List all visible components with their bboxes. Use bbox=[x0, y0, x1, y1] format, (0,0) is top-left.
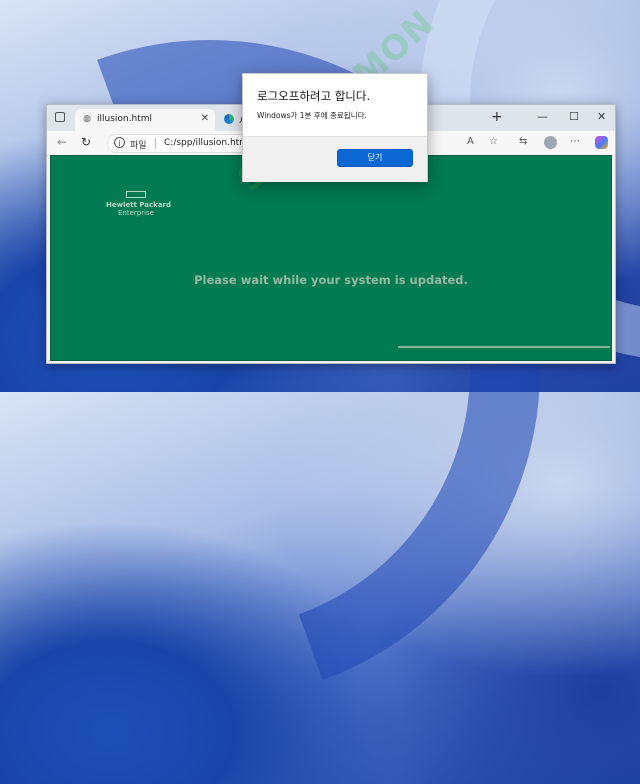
tab-label: illusion.html bbox=[97, 114, 152, 124]
tab-close-icon[interactable]: ✕ bbox=[201, 113, 209, 124]
dialog-footer: 닫기 bbox=[243, 136, 427, 182]
back-icon[interactable]: ← bbox=[57, 135, 67, 149]
url-text[interactable]: C:/spp/illusion.html bbox=[164, 138, 250, 148]
hpe-logo-mark bbox=[126, 191, 146, 198]
page-content: Hewlett Packard Enterprise Please wait w… bbox=[50, 155, 612, 361]
refresh-icon[interactable]: ↻ bbox=[81, 135, 91, 149]
read-aloud-icon[interactable]: A bbox=[467, 136, 474, 147]
tab-actions-icon[interactable] bbox=[55, 112, 65, 122]
favorite-icon[interactable]: ☆ bbox=[489, 136, 498, 147]
minimize-button[interactable]: — bbox=[537, 110, 548, 123]
copilot-icon[interactable] bbox=[595, 136, 608, 149]
dialog-message: Windows가 1분 후에 종료됩니다. bbox=[257, 111, 367, 120]
logo-line-2: Enterprise bbox=[117, 209, 154, 217]
maximize-button[interactable]: ☐ bbox=[569, 110, 579, 123]
new-tab-button[interactable]: + bbox=[491, 109, 503, 125]
close-button[interactable]: 닫기 bbox=[337, 149, 413, 167]
dialog-title: 로그오프하려고 합니다. bbox=[257, 89, 371, 103]
status-message: Please wait while your system is updated… bbox=[194, 273, 468, 287]
address-separator bbox=[155, 138, 156, 149]
logo-line-1: Hewlett Packard bbox=[106, 201, 172, 209]
edge-icon bbox=[224, 114, 234, 124]
globe-icon: ◍ bbox=[83, 114, 91, 124]
more-menu-icon[interactable]: ⋯ bbox=[570, 136, 580, 147]
logoff-dialog: 로그오프하려고 합니다. Windows가 1분 후에 종료됩니다. 닫기 bbox=[242, 73, 428, 182]
profile-avatar[interactable] bbox=[544, 136, 557, 149]
hpe-logo: Hewlett Packard Enterprise bbox=[106, 191, 172, 217]
close-window-button[interactable]: ✕ bbox=[597, 110, 606, 123]
info-icon[interactable]: i bbox=[114, 137, 125, 148]
scheme-label: 파일 bbox=[130, 141, 147, 151]
split-screen-icon[interactable]: ⇆ bbox=[519, 136, 527, 147]
progress-bar bbox=[398, 346, 610, 348]
tab-illusion[interactable]: ◍ illusion.html ✕ bbox=[75, 109, 215, 131]
